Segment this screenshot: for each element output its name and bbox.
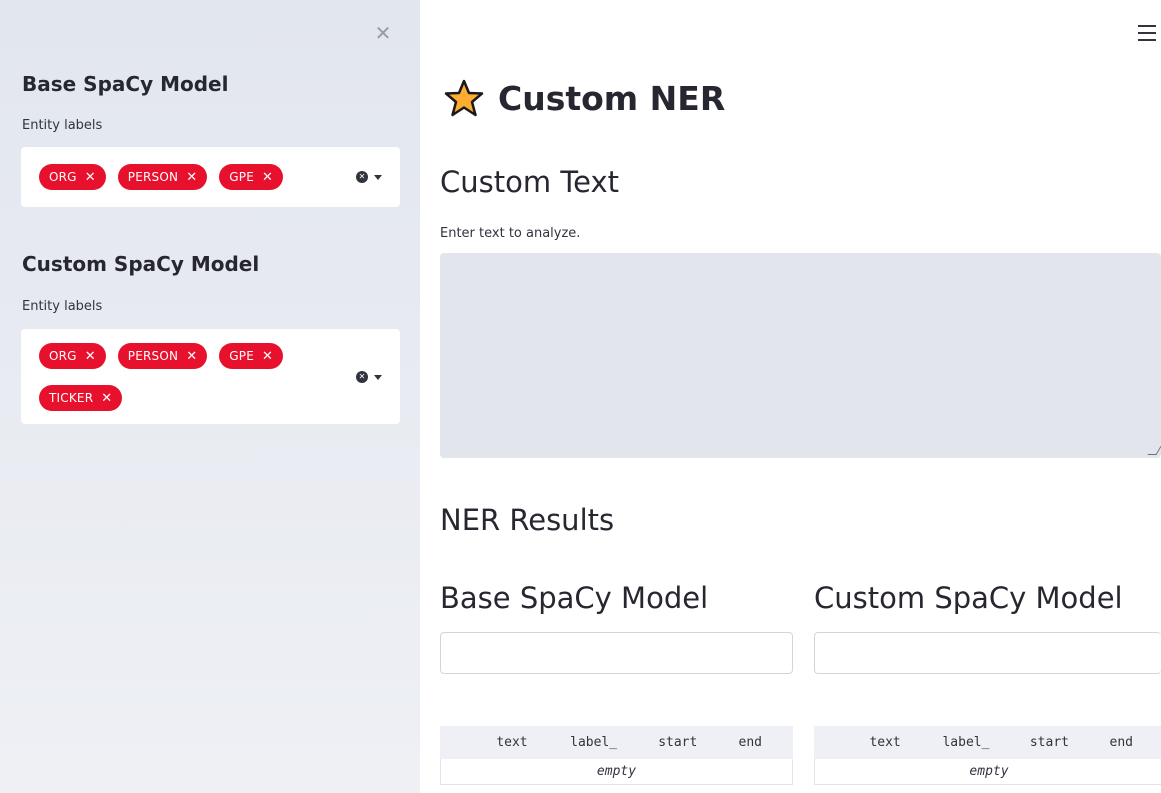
remove-chip-icon[interactable]: ✕ <box>101 391 112 406</box>
chip-label: PERSON <box>127 349 179 363</box>
column-header[interactable]: text <box>814 726 916 759</box>
remove-chip-icon[interactable]: ✕ <box>186 349 197 364</box>
column-header[interactable]: end <box>1083 726 1161 759</box>
chip-org[interactable]: ORG ✕ <box>39 164 106 190</box>
base-results-table: text label_ start end empty <box>440 726 793 785</box>
remove-chip-icon[interactable]: ✕ <box>85 170 96 185</box>
custom-results-input[interactable] <box>814 632 1161 674</box>
star-icon <box>444 79 484 117</box>
chip-label: ORG <box>49 349 77 363</box>
chip-gpe[interactable]: GPE ✕ <box>219 343 284 369</box>
remove-chip-icon[interactable]: ✕ <box>262 170 273 185</box>
custom-entity-multiselect[interactable]: ORG ✕ PERSON ✕ GPE ✕ TICKER ✕ ✕ <box>21 329 400 424</box>
ner-results-heading: NER Results <box>440 503 615 537</box>
chip-label: ORG <box>49 170 77 184</box>
base-entity-labels-label: Entity labels <box>22 118 103 133</box>
empty-cell: empty <box>440 758 793 785</box>
page-title-text: Custom NER <box>498 78 726 118</box>
base-entity-multiselect[interactable]: ORG ✕ PERSON ✕ GPE ✕ ✕ <box>21 147 400 207</box>
hamburger-menu-icon[interactable] <box>1138 25 1156 41</box>
app-root: ✕ Base SpaCy Model Entity labels ORG ✕ P… <box>0 0 1161 793</box>
base-results-heading: Base SpaCy Model <box>440 581 709 615</box>
textarea-label: Enter text to analyze. <box>440 226 581 241</box>
chevron-down-icon[interactable] <box>374 374 382 380</box>
multiselect-controls: ✕ <box>356 371 382 383</box>
sidebar: ✕ Base SpaCy Model Entity labels ORG ✕ P… <box>0 0 420 793</box>
column-header[interactable]: start <box>1003 726 1084 759</box>
chip-label: PERSON <box>127 170 179 184</box>
chip-person[interactable]: PERSON ✕ <box>117 343 208 369</box>
custom-results-heading: Custom SpaCy Model <box>814 581 1123 615</box>
custom-model-title: Custom SpaCy Model <box>22 252 260 276</box>
clear-all-icon[interactable]: ✕ <box>356 171 368 183</box>
base-model-title: Base SpaCy Model <box>22 72 229 96</box>
chip-gpe[interactable]: GPE ✕ <box>219 164 284 190</box>
custom-text-heading: Custom Text <box>440 165 619 199</box>
custom-chip-list: ORG ✕ PERSON ✕ GPE ✕ TICKER ✕ <box>39 343 339 427</box>
text-to-analyze-textarea[interactable] <box>440 253 1161 458</box>
column-header[interactable]: end <box>711 726 793 759</box>
column-header[interactable]: start <box>631 726 713 759</box>
close-icon[interactable]: ✕ <box>372 21 394 45</box>
chip-label: GPE <box>229 170 254 184</box>
chip-label: TICKER <box>49 391 94 405</box>
chevron-down-icon[interactable] <box>374 174 382 180</box>
custom-entity-labels-label: Entity labels <box>22 299 103 314</box>
chip-person[interactable]: PERSON ✕ <box>117 164 208 190</box>
remove-chip-icon[interactable]: ✕ <box>186 170 197 185</box>
base-chip-list: ORG ✕ PERSON ✕ GPE ✕ <box>39 164 339 206</box>
base-results-input[interactable] <box>440 632 793 674</box>
chip-label: GPE <box>229 349 254 363</box>
chip-ticker[interactable]: TICKER ✕ <box>39 385 123 411</box>
empty-cell: empty <box>814 758 1161 785</box>
clear-all-icon[interactable]: ✕ <box>356 371 368 383</box>
column-header[interactable]: label_ <box>541 726 633 759</box>
table-row: empty <box>814 758 1161 785</box>
table-row: empty <box>440 758 793 785</box>
column-header[interactable]: text <box>440 726 543 759</box>
remove-chip-icon[interactable]: ✕ <box>85 349 96 364</box>
page-title: Custom NER <box>444 78 725 118</box>
remove-chip-icon[interactable]: ✕ <box>262 349 273 364</box>
column-header[interactable]: label_ <box>914 726 1005 759</box>
multiselect-controls: ✕ <box>356 171 382 183</box>
chip-org[interactable]: ORG ✕ <box>39 343 106 369</box>
custom-results-table: text label_ start end empty <box>814 726 1161 785</box>
